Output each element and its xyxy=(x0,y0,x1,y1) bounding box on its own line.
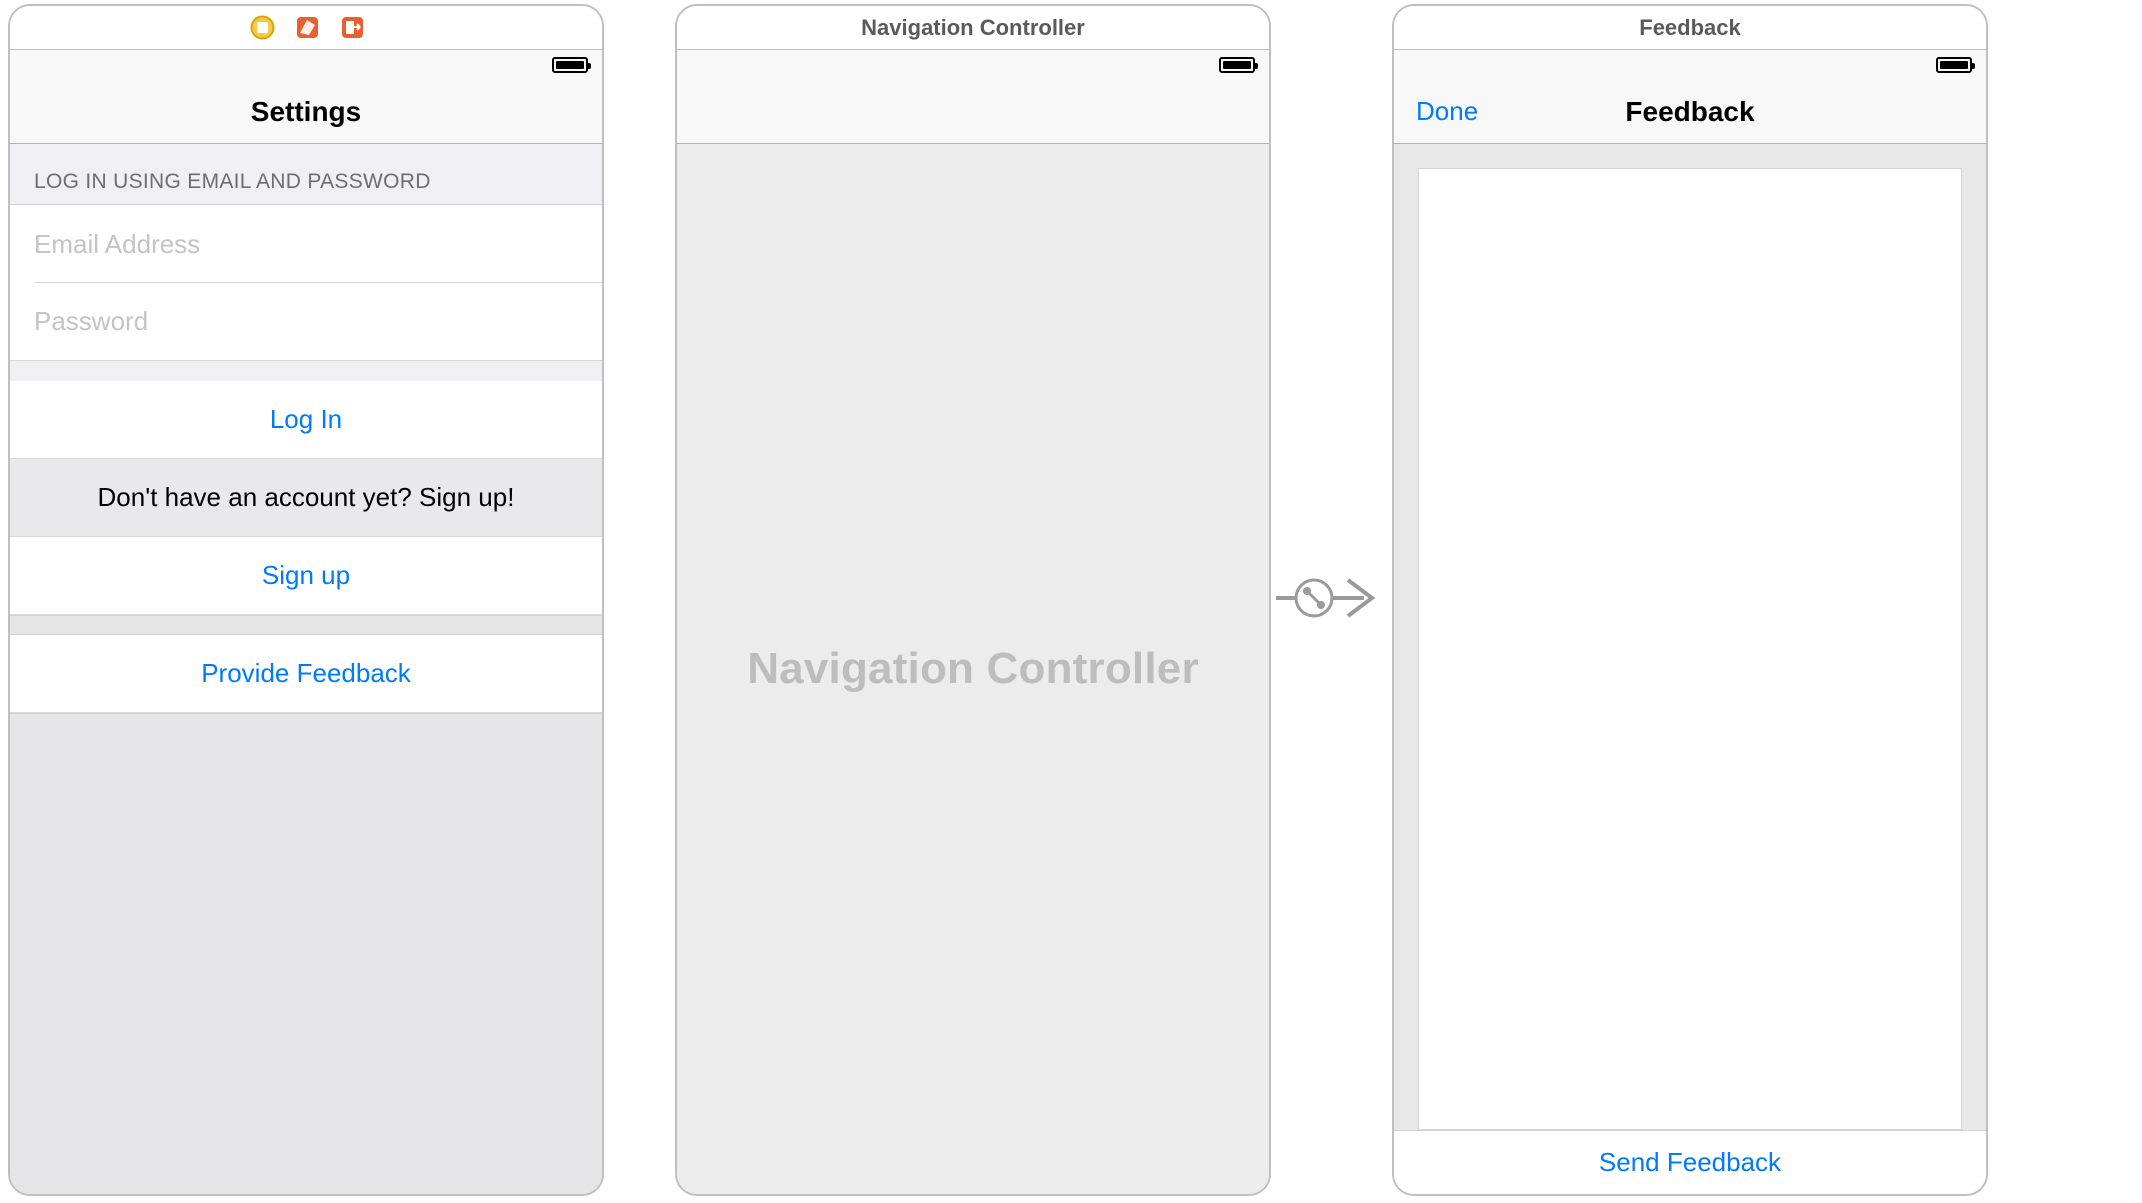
first-responder-icon xyxy=(295,15,320,40)
provide-feedback-button[interactable]: Provide Feedback xyxy=(10,635,602,713)
nav-title-settings: Settings xyxy=(251,96,361,128)
battery-icon xyxy=(1936,57,1972,73)
navcontroller-body: Navigation Controller xyxy=(677,144,1269,1194)
signup-button[interactable]: Sign up xyxy=(10,537,602,615)
viewcontroller-icon xyxy=(250,15,275,40)
done-label: Done xyxy=(1416,96,1478,126)
scene-titlebar-feedback[interactable]: Feedback xyxy=(1394,6,1986,50)
scene-titlebar-navcontroller[interactable]: Navigation Controller xyxy=(677,6,1269,50)
battery-icon xyxy=(1219,57,1255,73)
send-feedback-button[interactable]: Send Feedback xyxy=(1394,1130,1986,1194)
navcontroller-placeholder: Navigation Controller xyxy=(747,644,1199,694)
status-bar xyxy=(10,50,602,80)
storyboard-canvas[interactable]: Settings LOG IN USING EMAIL AND PASSWORD… xyxy=(0,0,2142,1203)
signup-prompt-cell: Don't have an account yet? Sign up! xyxy=(10,459,602,537)
exit-icon xyxy=(340,15,365,40)
settings-scene[interactable]: Settings LOG IN USING EMAIL AND PASSWORD… xyxy=(8,4,604,1196)
scene-titlebar-settings[interactable] xyxy=(10,6,602,50)
email-cell[interactable] xyxy=(10,205,602,283)
status-bar xyxy=(1394,50,1986,80)
feedback-textview[interactable] xyxy=(1418,168,1962,1130)
nav-title-feedback: Feedback xyxy=(1625,96,1754,128)
provide-feedback-label: Provide Feedback xyxy=(201,658,411,689)
scene-title-navcontroller: Navigation Controller xyxy=(861,15,1085,41)
segue-arrow[interactable] xyxy=(1276,568,1386,628)
send-feedback-label: Send Feedback xyxy=(1599,1147,1781,1178)
password-field[interactable] xyxy=(34,306,578,337)
login-label: Log In xyxy=(270,404,342,435)
done-button[interactable]: Done xyxy=(1416,96,1478,127)
feedback-body: Send Feedback xyxy=(1394,144,1986,1194)
battery-icon xyxy=(552,57,588,73)
login-button[interactable]: Log In xyxy=(10,381,602,459)
status-bar xyxy=(677,50,1269,80)
nav-bar-feedback: Done Feedback xyxy=(1394,80,1986,144)
navcontroller-scene[interactable]: Navigation Controller Navigation Control… xyxy=(675,4,1271,1196)
nav-bar-navcontroller xyxy=(677,80,1269,144)
section-header-login: LOG IN USING EMAIL AND PASSWORD xyxy=(10,144,602,205)
feedback-scene[interactable]: Feedback Done Feedback Send Feedback xyxy=(1392,4,1988,1196)
scene-title-feedback: Feedback xyxy=(1639,15,1741,41)
password-cell[interactable] xyxy=(10,283,602,361)
nav-bar-settings: Settings xyxy=(10,80,602,144)
email-field[interactable] xyxy=(34,229,578,260)
signup-label: Sign up xyxy=(262,560,350,591)
signup-prompt-label: Don't have an account yet? Sign up! xyxy=(98,482,515,513)
settings-table[interactable]: LOG IN USING EMAIL AND PASSWORD Log In D… xyxy=(10,144,602,1194)
